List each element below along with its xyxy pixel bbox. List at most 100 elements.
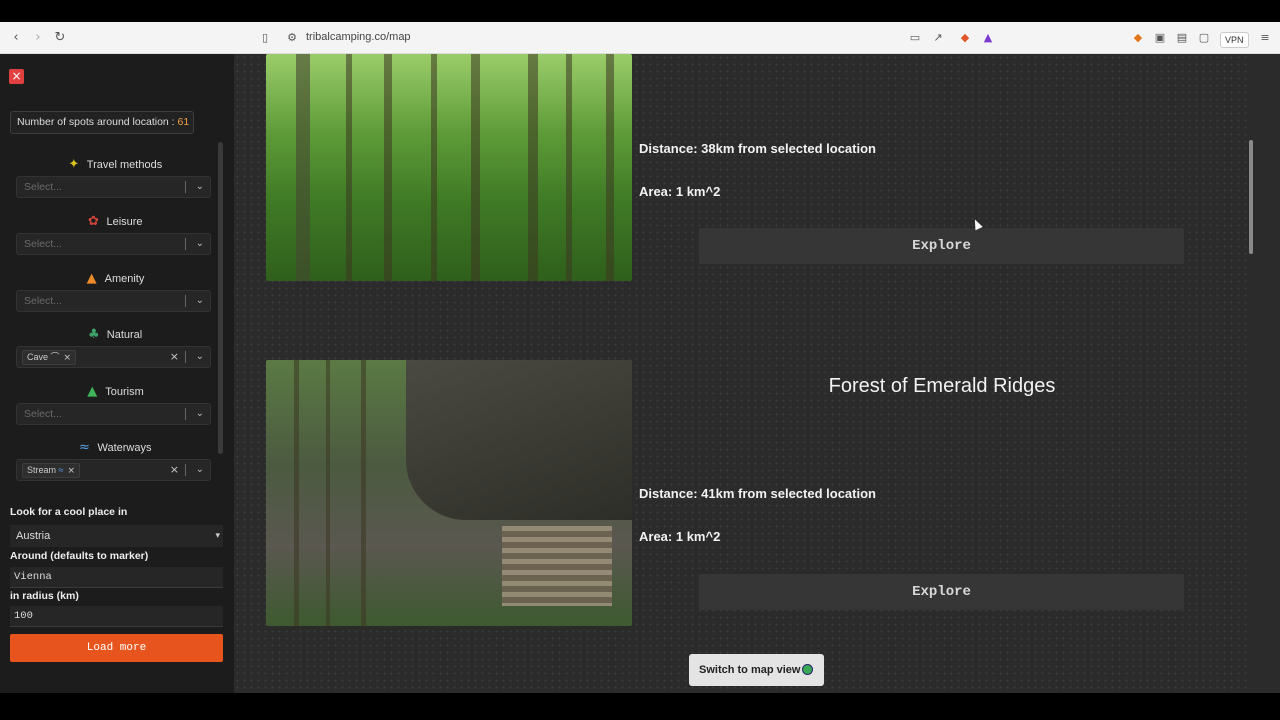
select-separator <box>185 181 186 193</box>
spots-count: 61 <box>177 116 190 128</box>
back-icon[interactable]: ‹ <box>8 30 24 46</box>
waterways-select[interactable]: Stream ≈ × × ⌄ <box>16 459 211 481</box>
country-value: Austria <box>16 530 51 542</box>
select-placeholder: Select... <box>24 238 62 250</box>
share-icon[interactable]: ↗ <box>931 31 945 45</box>
chip-stream: Stream ≈ × <box>22 463 81 478</box>
explore-button[interactable]: Explore <box>699 574 1184 610</box>
cave-icon: ⌒ <box>50 352 60 362</box>
select-placeholder: Select... <box>24 181 62 193</box>
screen-top-bar <box>0 0 1280 22</box>
switch-to-map-button[interactable]: Switch to map view <box>689 654 824 686</box>
filter-label: Amenity <box>104 273 145 285</box>
amenity-select[interactable]: Select... ⌄ <box>16 290 211 312</box>
fire-icon: ▲ <box>86 271 97 287</box>
wallet-icon[interactable]: ◆ <box>1131 31 1145 45</box>
chevron-down-icon[interactable]: ⌄ <box>196 234 204 254</box>
around-input[interactable]: Vienna <box>10 567 223 588</box>
filter-natural: ♣ Natural Cave ⌒ × × ⌄ <box>16 324 211 368</box>
spot-area: Area: 1 km^2 <box>639 529 721 544</box>
page-scrollbar-thumb[interactable] <box>1249 140 1253 254</box>
spot-photo-cave-path[interactable] <box>266 360 632 626</box>
globe-icon <box>802 664 813 675</box>
vpn-button[interactable]: VPN <box>1220 32 1249 48</box>
filter-label: Leisure <box>106 216 143 228</box>
clear-icon[interactable]: × <box>170 347 179 367</box>
cast-icon[interactable]: ▭ <box>908 31 922 45</box>
select-separator <box>185 295 186 307</box>
travel-icon: ✦ <box>68 157 80 173</box>
chip-cave: Cave ⌒ × <box>22 350 77 365</box>
site-info-icon[interactable]: ⚙ <box>285 31 299 45</box>
forward-icon[interactable]: › <box>30 30 46 46</box>
menu-icon[interactable]: ≡ <box>1258 31 1272 45</box>
chevron-down-icon[interactable]: ⌄ <box>196 460 204 480</box>
filter-sidebar: × Number of spots around location : 61 ✦… <box>0 54 234 693</box>
radius-input[interactable]: 100 <box>10 606 223 627</box>
filter-label: Tourism <box>105 386 144 398</box>
spots-count-badge: Number of spots around location : 61 <box>10 111 194 134</box>
chip-label: Cave <box>27 352 49 362</box>
select-separator <box>185 464 186 476</box>
browser-toolbar: ‹ › ↻ ▯ ⚙ tribalcamping.co/map ▭ ↗ ◆ ▲ ◆… <box>0 22 1280 54</box>
brave-shield-icon[interactable]: ◆ <box>958 31 972 45</box>
screen-bottom-bar <box>0 693 1280 720</box>
chevron-down-icon[interactable]: ⌄ <box>196 404 204 424</box>
chevron-down-icon[interactable]: ▾ <box>215 525 220 547</box>
load-more-button[interactable]: Load more <box>10 634 223 662</box>
country-select[interactable]: Austria ▾ <box>10 525 223 547</box>
select-separator <box>185 238 186 250</box>
chevron-down-icon[interactable]: ⌄ <box>196 347 204 367</box>
spot-distance: Distance: 41km from selected location <box>639 486 876 501</box>
chevron-down-icon[interactable]: ⌄ <box>196 291 204 311</box>
sidebar-toggle-icon[interactable]: ▤ <box>1175 31 1189 45</box>
address-bar[interactable]: tribalcamping.co/map <box>306 31 411 43</box>
filter-travel-methods: ✦ Travel methods Select... ⌄ <box>16 154 211 198</box>
switch-label: Switch to map view <box>699 664 801 676</box>
chip-remove-icon[interactable]: × <box>67 466 75 476</box>
filter-amenity: ▲ Amenity Select... ⌄ <box>16 268 211 312</box>
select-separator <box>185 408 186 420</box>
natural-select[interactable]: Cave ⌒ × × ⌄ <box>16 346 211 368</box>
spot-title: Forest of Emerald Ridges <box>828 375 1056 397</box>
wave-icon: ≈ <box>79 440 90 456</box>
close-icon[interactable]: × <box>9 69 24 84</box>
filter-list: ✦ Travel methods Select... ⌄ ✿ Leisure Sel… <box>0 144 224 496</box>
bookmark-icon[interactable]: ▯ <box>258 31 272 45</box>
chevron-down-icon[interactable]: ⌄ <box>196 177 204 197</box>
tourism-select[interactable]: Select... ⌄ <box>16 403 211 425</box>
spot-distance: Distance: 38km from selected location <box>639 141 876 156</box>
extensions-icon[interactable]: ▣ <box>1153 31 1167 45</box>
filter-label: Natural <box>106 329 143 341</box>
around-label: Around (defaults to marker) <box>10 550 149 562</box>
chip-label: Stream <box>27 465 57 475</box>
explore-button[interactable]: Explore <box>699 228 1184 264</box>
results-panel: Distance: 38km from selected location Ar… <box>234 54 1250 693</box>
travel-methods-select[interactable]: Select... ⌄ <box>16 176 211 198</box>
filter-tourism: ▲ Tourism Select... ⌄ <box>16 381 211 425</box>
leisure-select[interactable]: Select... ⌄ <box>16 233 211 255</box>
filter-scrollbar[interactable] <box>218 142 223 454</box>
spot-photo-forest[interactable] <box>266 54 632 281</box>
page-scrollbar-track[interactable] <box>1250 54 1280 693</box>
wave-icon: ≈ <box>58 465 64 475</box>
spots-label: Number of spots around location : <box>17 116 178 128</box>
filter-leisure: ✿ Leisure Select... ⌄ <box>16 211 211 255</box>
wallet-panel-icon[interactable]: ▢ <box>1197 31 1211 45</box>
select-separator <box>185 351 186 363</box>
tent-icon: ▲ <box>87 384 98 400</box>
rewards-icon[interactable]: ▲ <box>981 31 995 45</box>
select-placeholder: Select... <box>24 408 62 420</box>
filter-label: Travel methods <box>86 159 163 171</box>
filter-waterways: ≈ Waterways Stream ≈ × × ⌄ <box>16 437 211 481</box>
radius-label: in radius (km) <box>10 590 79 602</box>
spot-area: Area: 1 km^2 <box>639 184 721 199</box>
look-for-label: Look for a cool place in <box>10 506 128 518</box>
reload-icon[interactable]: ↻ <box>52 30 68 46</box>
leisure-icon: ✿ <box>88 214 99 230</box>
select-placeholder: Select... <box>24 295 62 307</box>
filter-label: Waterways <box>97 442 152 454</box>
chip-remove-icon[interactable]: × <box>64 353 72 363</box>
tree-icon: ♣ <box>87 327 100 343</box>
clear-icon[interactable]: × <box>170 460 179 480</box>
